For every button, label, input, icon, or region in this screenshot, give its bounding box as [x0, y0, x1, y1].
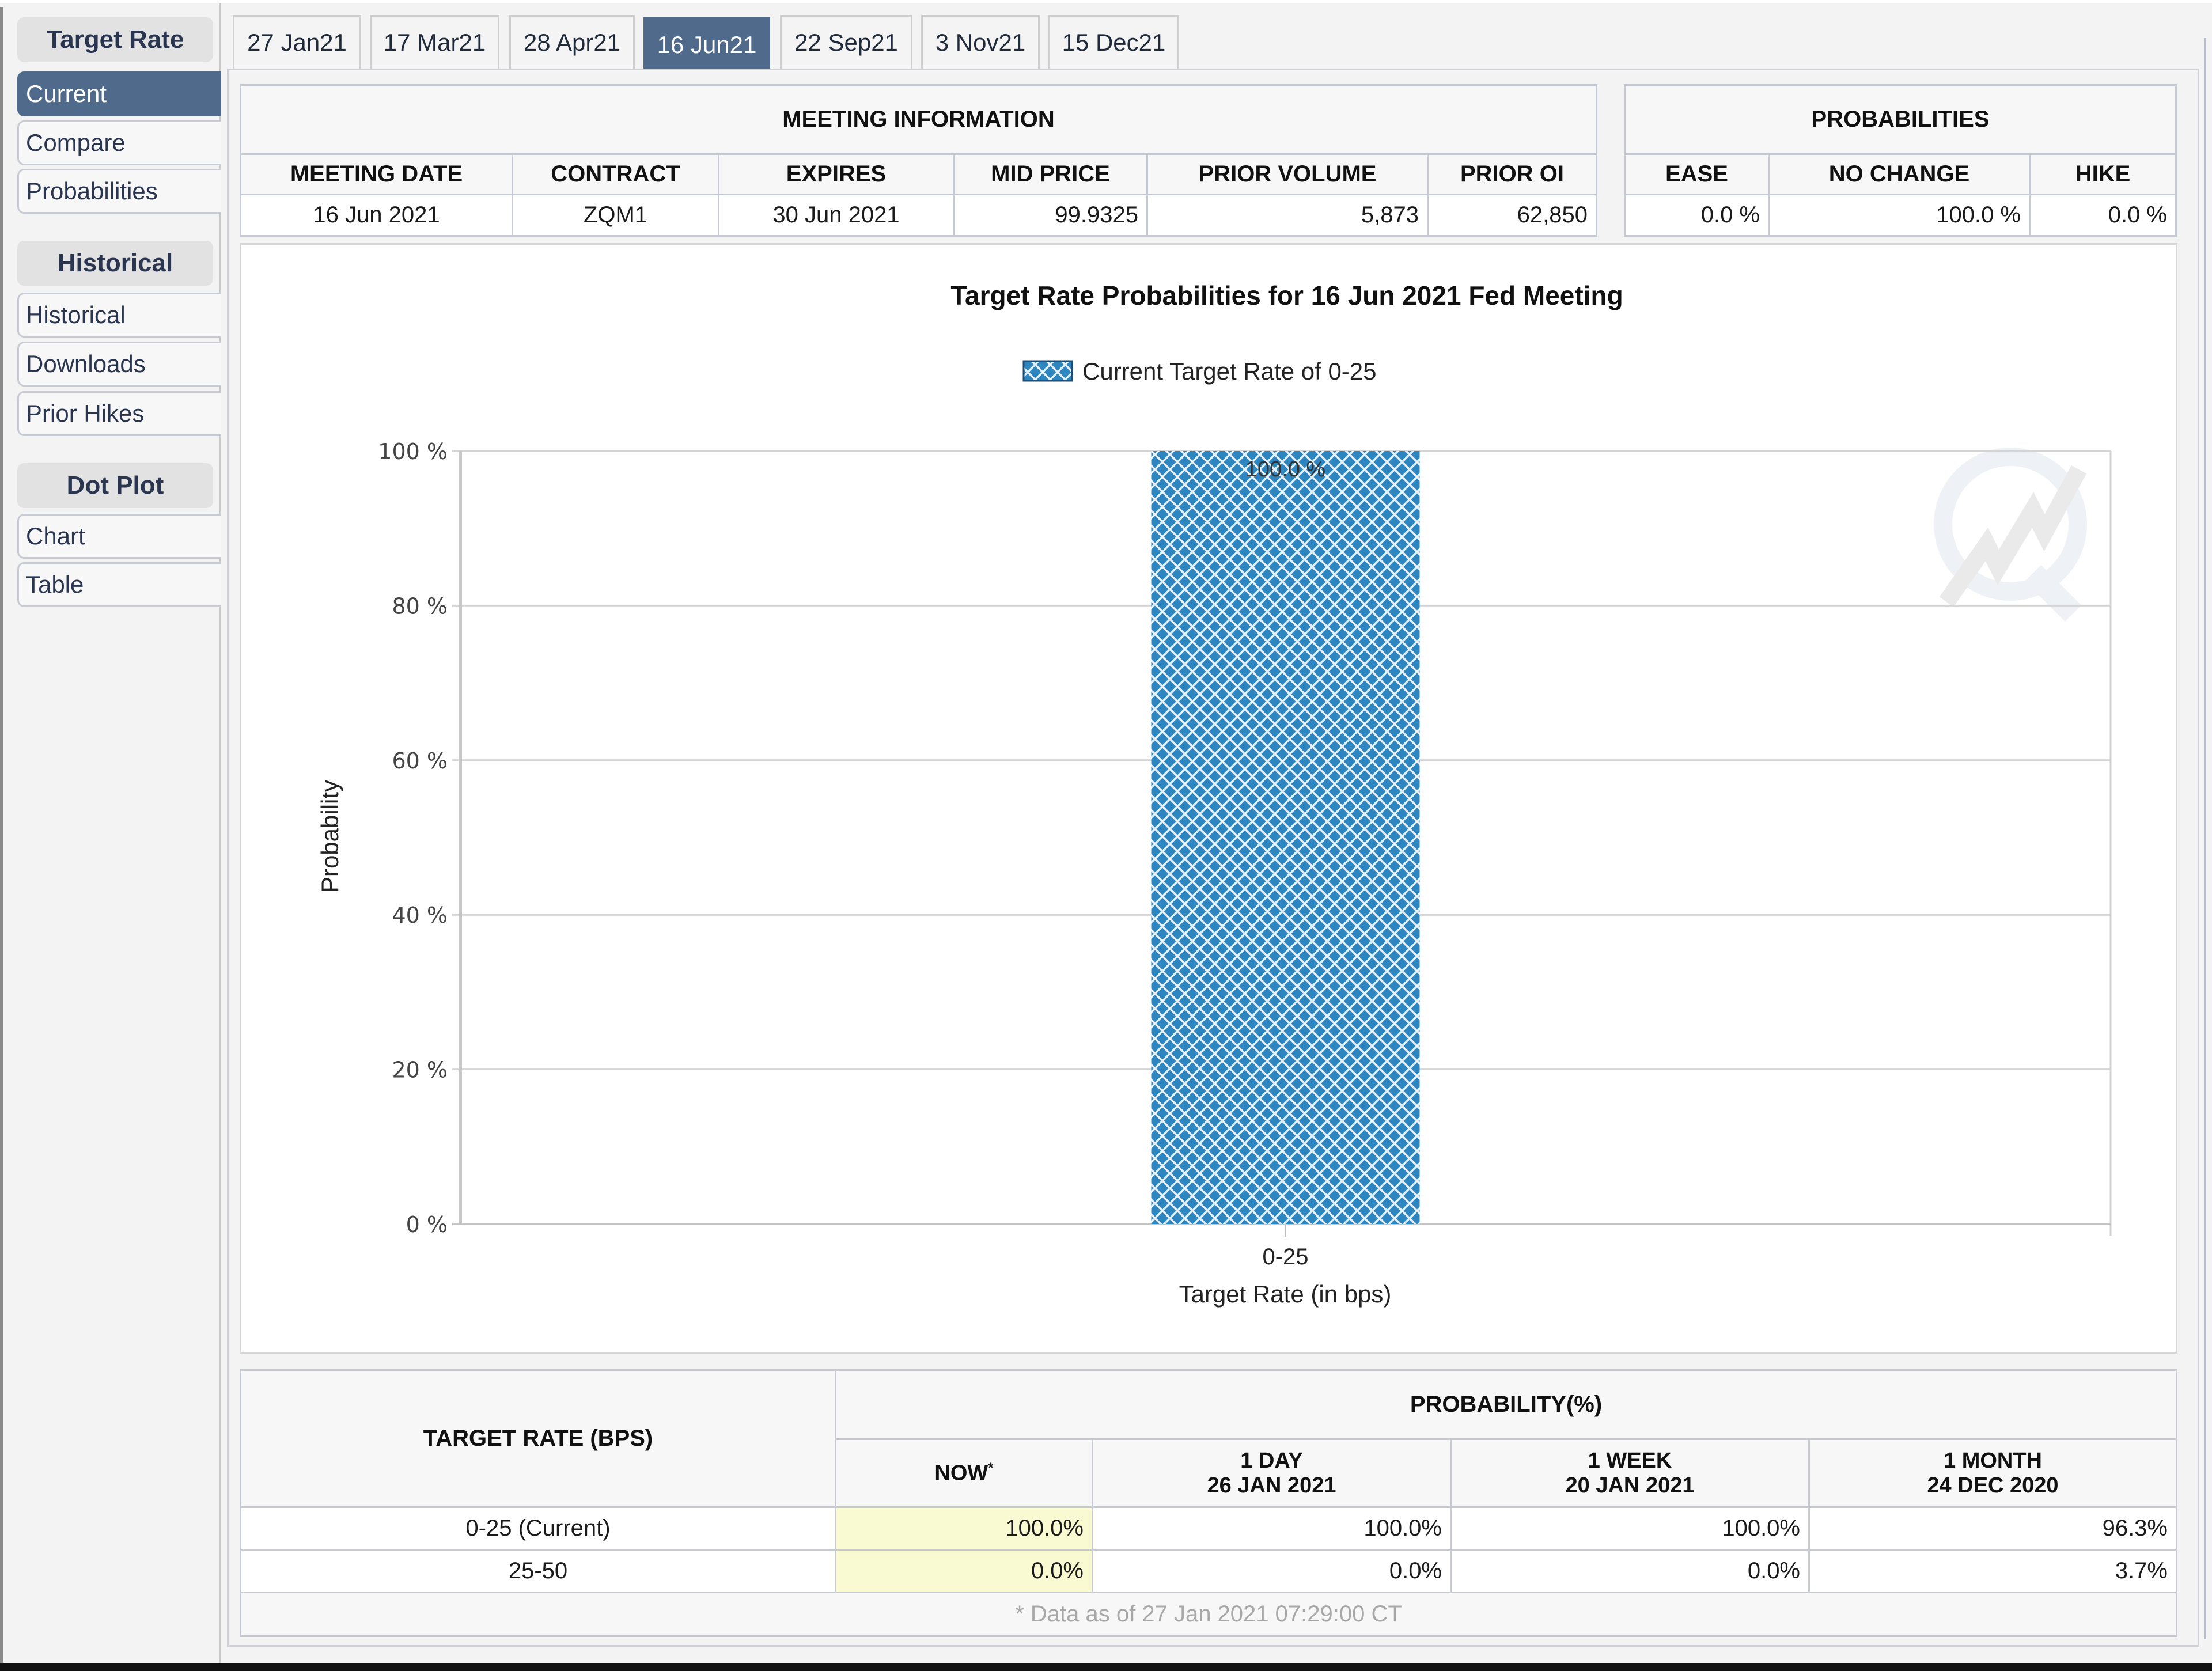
sidebar-item-current[interactable]: Current	[17, 71, 221, 116]
header-1-day: 1 DAY 26 JAN 2021	[1092, 1438, 1452, 1508]
sidebar: Target Rate Current Compare Probabilitie…	[0, 3, 221, 1666]
cme-watermark-logo	[1934, 448, 2087, 622]
header-mid-price: MID PRICE	[953, 153, 1148, 195]
y-tick-label: 0 %	[406, 1212, 448, 1237]
header-now: NOW*	[835, 1438, 1093, 1508]
1-month-value-cell: 96.3%	[1808, 1506, 2177, 1551]
tab-28-apr21[interactable]: 28 Apr21	[509, 15, 635, 69]
sidebar-heading-target-rate: Target Rate	[17, 17, 213, 62]
chart-bars: 100.0 %	[1151, 451, 1420, 1224]
header-1-week-date: 20 JAN 2021	[1565, 1473, 1695, 1498]
tab-3-nov21[interactable]: 3 Nov21	[921, 15, 1040, 69]
header-prior-oi: PRIOR OI	[1427, 153, 1597, 195]
probability-history-table: TARGET RATE (BPS) PROBABILITY(%) NOW* 1 …	[240, 1369, 2177, 1637]
chart-legend[interactable]: Current Target Rate of 0-25	[1022, 358, 1377, 385]
now-value-cell: 0.0%	[835, 1549, 1093, 1593]
y-tick-label: 20 %	[392, 1058, 448, 1083]
header-target-rate-bps: TARGET RATE (BPS)	[240, 1369, 836, 1508]
sidebar-item-table[interactable]: Table	[17, 562, 221, 607]
bar-0-25	[1151, 451, 1420, 1224]
x-axis-ticks: 0-25	[1262, 1224, 1309, 1270]
prior-volume-value: 5,873	[1146, 194, 1429, 237]
hike-value: 0.0 %	[2029, 194, 2177, 237]
tab-15-dec21[interactable]: 15 Dec21	[1048, 15, 1179, 69]
mid-price-value: 99.9325	[953, 194, 1148, 237]
sidebar-item-probabilities[interactable]: Probabilities	[17, 169, 221, 214]
meeting-information-title: MEETING INFORMATION	[240, 84, 1597, 155]
sidebar-heading-historical: Historical	[17, 241, 213, 286]
chart-title: Target Rate Probabilities for 16 Jun 202…	[950, 281, 1623, 310]
1-day-value-cell: 100.0%	[1092, 1506, 1452, 1551]
header-meeting-date: MEETING DATE	[240, 153, 513, 195]
header-1-month-date: 24 DEC 2020	[1927, 1473, 2059, 1498]
1-week-value-cell: 0.0%	[1450, 1549, 1810, 1593]
header-now-mark: *	[988, 1460, 994, 1476]
probability-chart: Target Rate Probabilities for 16 Jun 202…	[316, 281, 2112, 1308]
legend-swatch-icon	[1022, 360, 1073, 382]
x-axis-label: Target Rate (in bps)	[1179, 1280, 1392, 1308]
meeting-date-value: 16 Jun 2021	[240, 194, 513, 237]
tab-16-jun21[interactable]: 16 Jun21	[643, 17, 770, 69]
header-1-month: 1 MONTH 24 DEC 2020	[1808, 1438, 2177, 1508]
scrollbar-track[interactable]	[2204, 38, 2206, 1639]
y-tick-label: 40 %	[392, 903, 448, 928]
tab-27-jan21[interactable]: 27 Jan21	[233, 15, 361, 69]
rate-cell: 25-50	[240, 1549, 836, 1593]
data-timestamp-footnote: * Data as of 27 Jan 2021 07:29:00 CT	[240, 1592, 2177, 1637]
bar-data-label: 100.0 %	[1245, 457, 1325, 482]
now-value-cell: 100.0%	[835, 1506, 1093, 1551]
header-probability-group: PROBABILITY(%)	[835, 1369, 2177, 1440]
sidebar-heading-dot-plot: Dot Plot	[17, 463, 213, 508]
meeting-information-table: MEETING INFORMATION MEETING DATE CONTRAC…	[240, 84, 1597, 237]
app-frame: Target Rate Current Compare Probabilitie…	[0, 0, 2212, 1671]
sidebar-item-downloads[interactable]: Downloads	[17, 342, 221, 387]
header-now-label: NOW	[934, 1461, 988, 1486]
header-no-change: NO CHANGE	[1768, 153, 2031, 195]
chart-panel: Target Rate Probabilities for 16 Jun 202…	[240, 243, 2177, 1354]
tab-17-mar21[interactable]: 17 Mar21	[370, 15, 499, 69]
header-1-day-date: 26 JAN 2021	[1207, 1473, 1336, 1498]
sidebar-item-chart[interactable]: Chart	[17, 514, 221, 559]
header-1-week-label: 1 WEEK	[1588, 1448, 1672, 1473]
prior-oi-value: 62,850	[1427, 194, 1597, 237]
no-change-value: 100.0 %	[1768, 194, 2031, 237]
header-contract: CONTRACT	[512, 153, 719, 195]
1-day-value-cell: 0.0%	[1092, 1549, 1452, 1593]
1-month-value-cell: 3.7%	[1808, 1549, 2177, 1593]
sidebar-item-prior-hikes[interactable]: Prior Hikes	[17, 391, 221, 436]
probabilities-table: PROBABILITIES EASE NO CHANGE HIKE 0.0 % …	[1624, 84, 2177, 237]
tab-22-sep21[interactable]: 22 Sep21	[780, 15, 912, 69]
y-axis-ticks: 0 % 20 % 40 % 60 % 80 % 100 %	[378, 439, 448, 1237]
header-hike: HIKE	[2029, 153, 2177, 195]
y-axis-label: Probability	[316, 780, 343, 893]
expires-value: 30 Jun 2021	[718, 194, 955, 237]
header-1-day-label: 1 DAY	[1240, 1448, 1303, 1473]
header-1-week: 1 WEEK 20 JAN 2021	[1450, 1438, 1810, 1508]
x-tick-label: 0-25	[1262, 1244, 1308, 1270]
contract-value: ZQM1	[512, 194, 719, 237]
ease-value: 0.0 %	[1624, 194, 1770, 237]
rate-cell: 0-25 (Current)	[240, 1506, 836, 1551]
header-expires: EXPIRES	[718, 153, 955, 195]
probabilities-title: PROBABILITIES	[1624, 84, 2177, 155]
header-1-month-label: 1 MONTH	[1944, 1448, 2042, 1473]
y-tick-label: 100 %	[378, 439, 448, 464]
sidebar-item-historical[interactable]: Historical	[17, 293, 221, 338]
table-row: 25-50 0.0% 0.0% 0.0% 3.7%	[240, 1549, 2177, 1593]
y-tick-label: 60 %	[392, 748, 448, 774]
sidebar-item-compare[interactable]: Compare	[17, 120, 221, 165]
table-row: 0-25 (Current) 100.0% 100.0% 100.0% 96.3…	[240, 1506, 2177, 1551]
y-tick-label: 80 %	[392, 593, 448, 619]
header-prior-volume: PRIOR VOLUME	[1146, 153, 1429, 195]
1-week-value-cell: 100.0%	[1450, 1506, 1810, 1551]
header-ease: EASE	[1624, 153, 1770, 195]
legend-label: Current Target Rate of 0-25	[1082, 358, 1377, 385]
